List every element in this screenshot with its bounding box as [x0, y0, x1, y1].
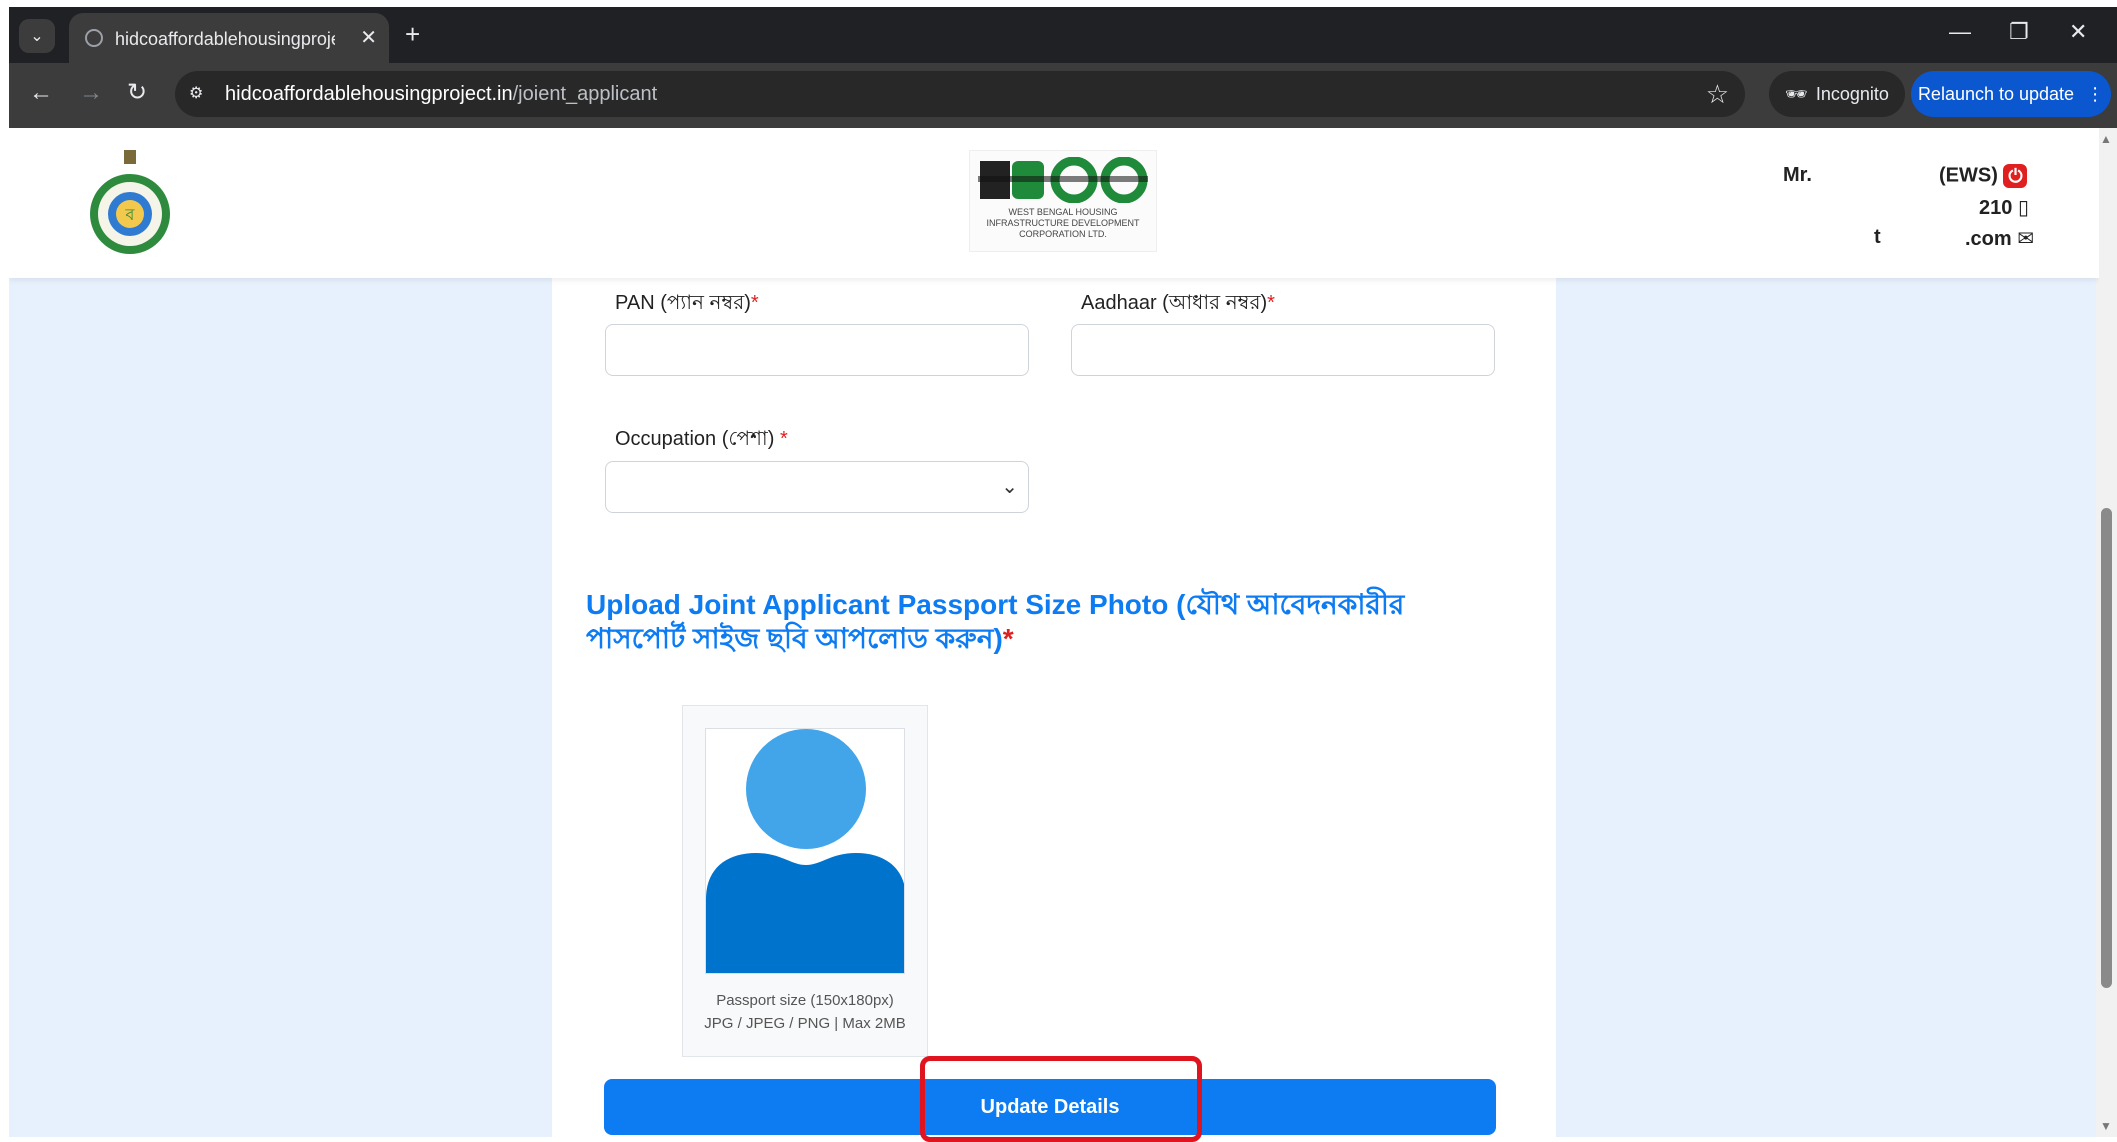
tab-search-button[interactable]: ⌄	[19, 19, 55, 53]
scrollbar-thumb[interactable]	[2101, 508, 2112, 988]
chevron-down-icon: ⌄	[30, 28, 44, 45]
new-tab-button[interactable]: +	[405, 21, 420, 47]
restore-button[interactable]: ❐	[2009, 19, 2029, 45]
tab-title: hidcoaffordablehousingproject.	[115, 29, 335, 49]
envelope-icon: ✉	[2017, 228, 2035, 250]
form-card: PAN (প্যান নম্বর)* Aadhaar (আধার নম্বর)*…	[552, 128, 1556, 1137]
user-phone: 210 ▯	[1979, 197, 2029, 219]
url-text[interactable]: hidcoaffordablehousingproject.in/joient_…	[225, 83, 657, 106]
scroll-up-icon[interactable]: ▲	[2100, 132, 2112, 146]
relaunch-button[interactable]: Relaunch to update ⋮	[1911, 71, 2111, 117]
photo-size-caption: Passport size (150x180px)	[716, 992, 894, 1009]
page-content: ব WEST BENGAL HOUSING INFRASTRUCTURE DEV…	[9, 128, 2099, 1137]
site-info-icon[interactable]: ⚙	[189, 83, 203, 103]
user-avatar-icon	[706, 729, 904, 973]
user-salutation: Mr.	[1783, 164, 1812, 186]
aadhaar-input[interactable]	[1071, 324, 1495, 376]
close-window-button[interactable]: ✕	[2069, 19, 2087, 45]
photo-upload-box[interactable]: Passport size (150x180px) JPG / JPEG / P…	[682, 705, 928, 1057]
government-emblem-icon: ব	[90, 150, 170, 254]
back-button[interactable]: ←	[29, 81, 53, 105]
globe-icon	[85, 29, 103, 47]
minimize-button[interactable]: —	[1949, 19, 1971, 45]
highlight-annotation	[920, 1056, 1202, 1142]
pan-label: PAN (প্যান নম্বর)*	[615, 292, 759, 314]
svg-text:ব: ব	[125, 205, 136, 224]
chevron-down-icon: ⌄	[1001, 476, 1018, 498]
power-logout-icon[interactable]: ⏻	[2003, 164, 2028, 188]
aadhaar-label: Aadhaar (আধার নম্বর)*	[1081, 292, 1275, 314]
browser-toolbar: ← → ↻ ⚙ hidcoaffordablehousingproject.in…	[9, 63, 2117, 128]
site-header: ব WEST BENGAL HOUSING INFRASTRUCTURE DEV…	[9, 128, 2099, 278]
hidco-logo-mark	[978, 157, 1148, 203]
address-bar[interactable]: ⚙ hidcoaffordablehousingproject.in/joien…	[175, 71, 1745, 117]
mobile-phone-icon: ▯	[2017, 197, 2029, 219]
browser-tab[interactable]: hidcoaffordablehousingproject. ✕	[69, 13, 389, 63]
hidco-logo: WEST BENGAL HOUSING INFRASTRUCTURE DEVEL…	[969, 150, 1157, 252]
incognito-indicator[interactable]: 🕶 Incognito	[1769, 71, 1905, 117]
browser-chrome: ⌄ hidcoaffordablehousingproject. ✕ + — ❐…	[9, 7, 2117, 128]
occupation-label: Occupation (পেশা) *	[615, 428, 788, 450]
page-scrollbar[interactable]: ▲ ▼	[2096, 128, 2117, 1137]
user-email-start: t	[1874, 226, 1881, 248]
logo-subtitle: WEST BENGAL HOUSING INFRASTRUCTURE DEVEL…	[986, 207, 1140, 239]
occupation-select[interactable]: ⌄	[605, 461, 1029, 513]
photo-format-caption: JPG / JPEG / PNG | Max 2MB	[704, 1015, 906, 1032]
pan-input[interactable]	[605, 324, 1029, 376]
incognito-icon: 🕶	[1785, 83, 1808, 104]
tab-bar: ⌄ hidcoaffordablehousingproject. ✕ + — ❐…	[9, 7, 2117, 63]
scroll-down-icon[interactable]: ▼	[2100, 1119, 2112, 1133]
user-email: .com ✉	[1965, 228, 2035, 250]
tab-close-button[interactable]: ✕	[360, 25, 377, 50]
upload-photo-title: Upload Joint Applicant Passport Size Pho…	[586, 589, 1405, 654]
reload-button[interactable]: ↻	[127, 81, 147, 105]
bookmark-star-icon[interactable]: ☆	[1706, 79, 1729, 110]
user-category: (EWS) ⏻	[1939, 164, 2028, 188]
forward-button[interactable]: →	[79, 81, 103, 105]
photo-preview[interactable]	[705, 728, 905, 974]
more-menu-icon[interactable]: ⋮	[2086, 84, 2104, 105]
